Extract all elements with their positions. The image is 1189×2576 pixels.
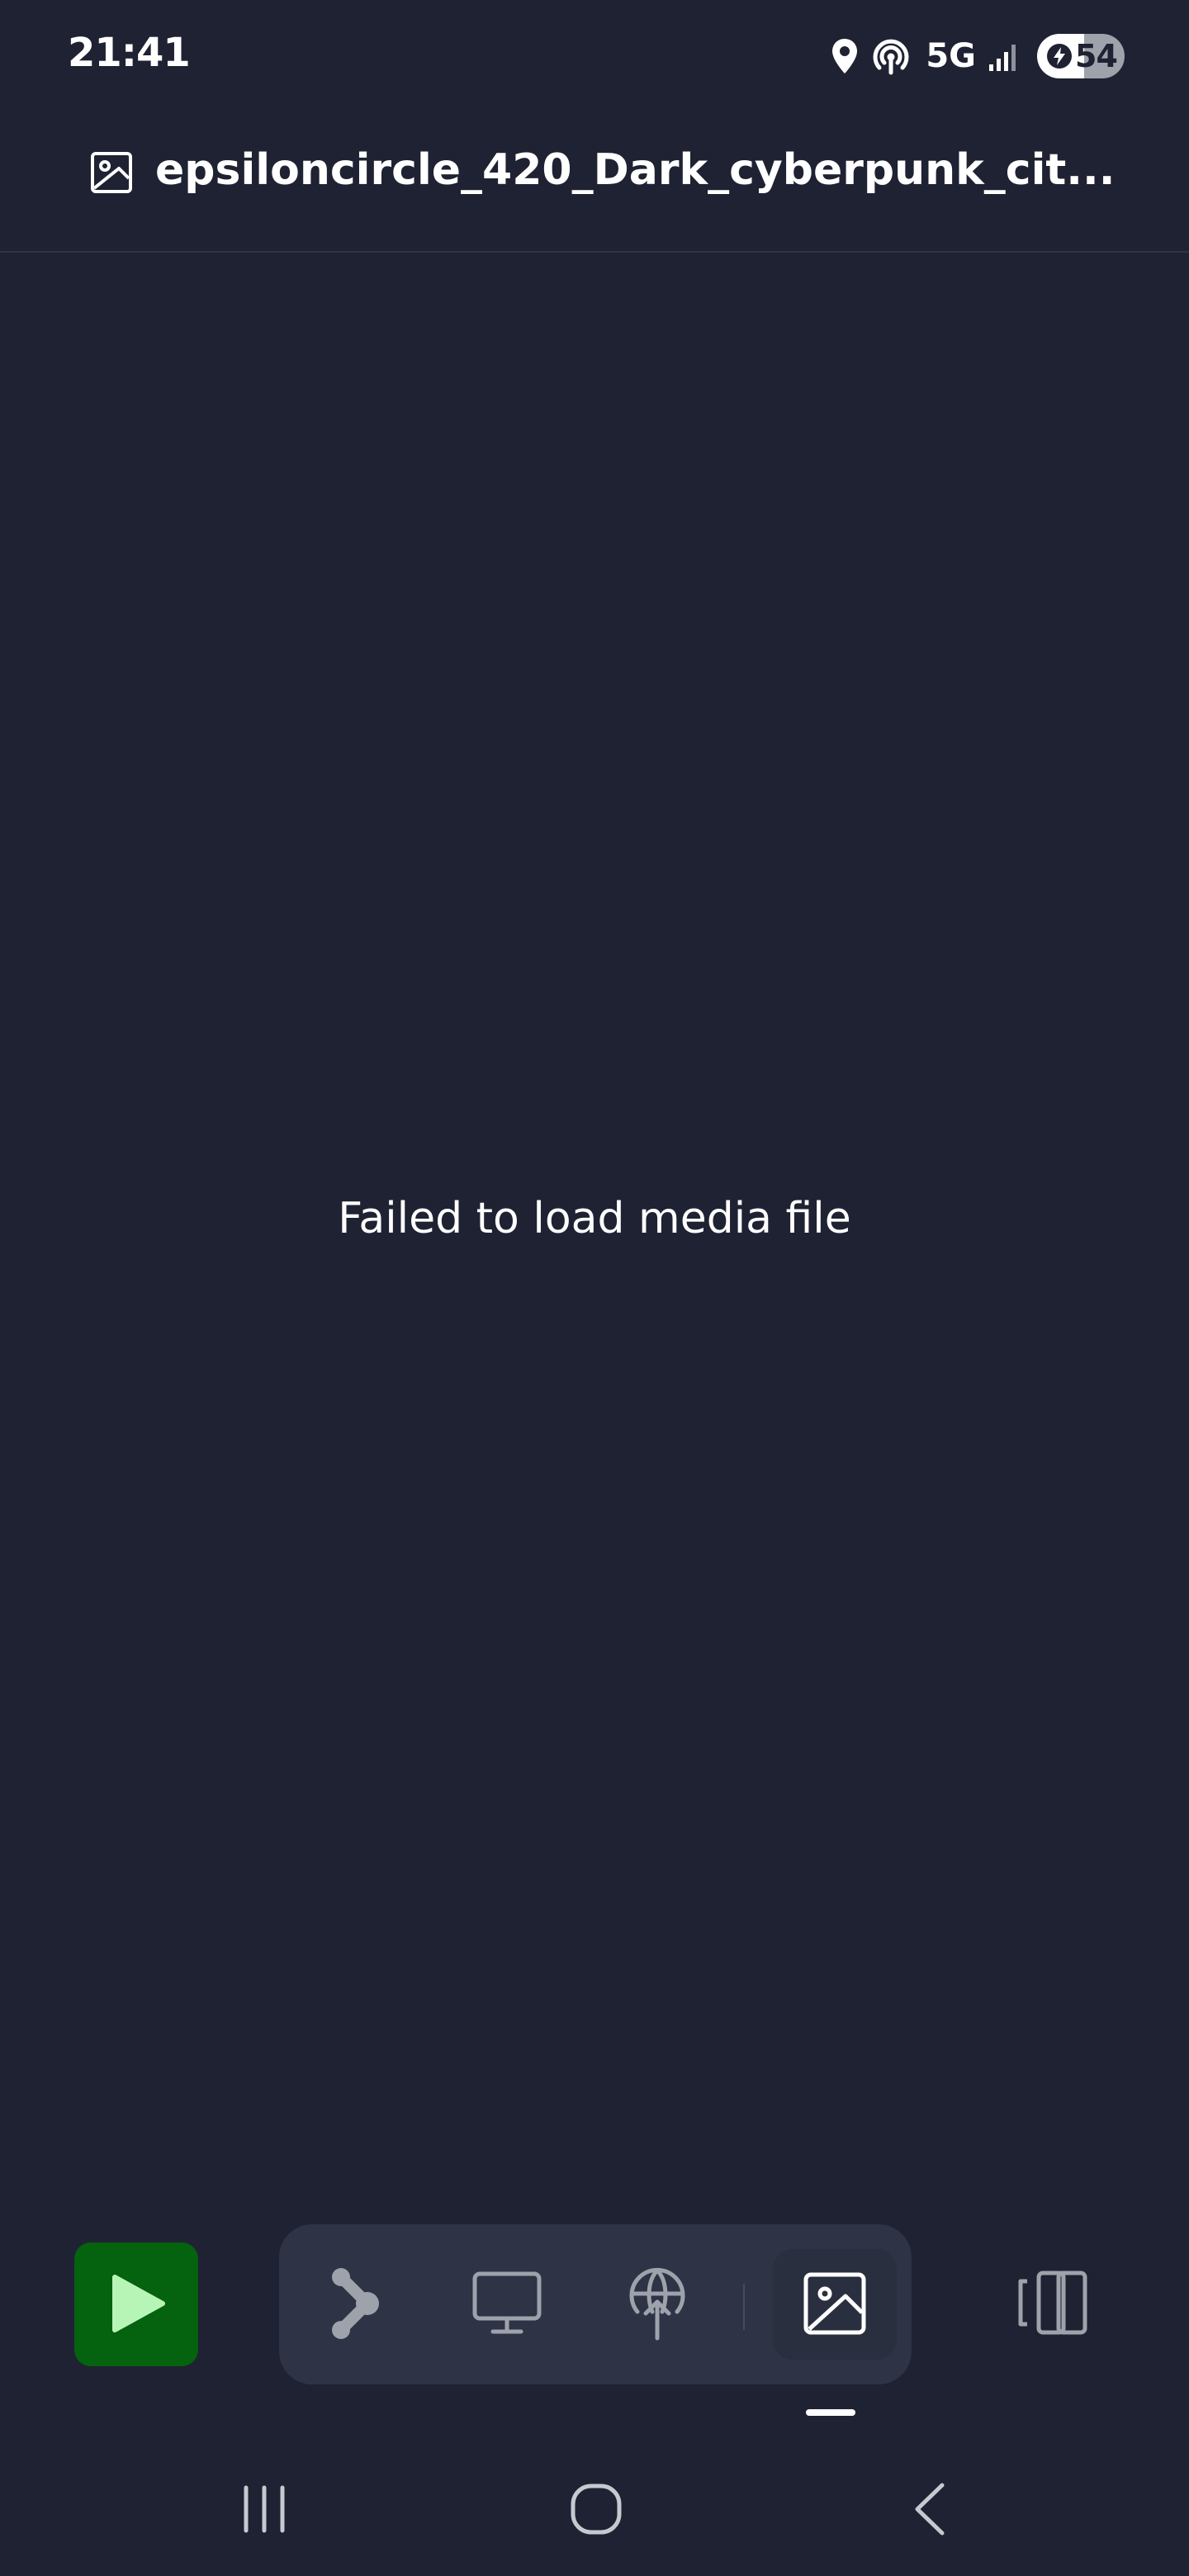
location-icon (830, 37, 860, 75)
recents-button[interactable] (215, 2469, 314, 2551)
back-icon (909, 2482, 950, 2539)
mode-dock (279, 2224, 912, 2384)
dock-item-globe-upload[interactable] (608, 2255, 707, 2354)
bottom-toolbar (0, 2221, 1189, 2416)
status-bar: 21:41 5G 54 (0, 0, 1189, 116)
battery-indicator: 54 (1037, 34, 1125, 78)
file-title: epsiloncircle_420_Dark_cyberpunk_cit... (155, 145, 1116, 195)
error-message: Failed to load media file (338, 1194, 851, 1243)
dock-divider (743, 2284, 745, 2330)
signal-icon (988, 40, 1021, 73)
hotspot-icon (871, 36, 911, 76)
cast-screen-icon (1016, 2270, 1090, 2338)
home-icon (570, 2483, 623, 2538)
play-icon (103, 2271, 169, 2339)
media-content-area: Failed to load media file (0, 253, 1189, 2209)
image-icon (89, 150, 134, 195)
navigation-bar (0, 2444, 1189, 2576)
globe-upload-icon (626, 2266, 689, 2344)
battery-level: 54 (1075, 38, 1118, 74)
cast-screen-button[interactable] (999, 2254, 1106, 2353)
status-time: 21:41 (68, 30, 191, 76)
graph-icon (320, 2264, 389, 2346)
network-type: 5G (926, 37, 976, 75)
image-icon (803, 2271, 867, 2338)
home-button[interactable] (547, 2469, 646, 2551)
dock-item-image[interactable] (773, 2249, 897, 2360)
battery-charging-icon (1045, 42, 1073, 70)
recents-icon (239, 2484, 289, 2536)
back-button[interactable] (880, 2469, 979, 2551)
status-icons: 5G 54 (830, 30, 1125, 83)
play-button[interactable] (74, 2242, 198, 2366)
active-tab-indicator (806, 2409, 855, 2416)
media-viewer-screen: 21:41 5G 54 epsiloncircle_420_Dark_cyber… (0, 0, 1189, 2576)
title-bar: epsiloncircle_420_Dark_cyberpunk_cit... (0, 116, 1189, 253)
dock-item-graph[interactable] (305, 2255, 404, 2354)
dock-item-desktop[interactable] (457, 2255, 557, 2354)
desktop-icon (471, 2271, 542, 2339)
